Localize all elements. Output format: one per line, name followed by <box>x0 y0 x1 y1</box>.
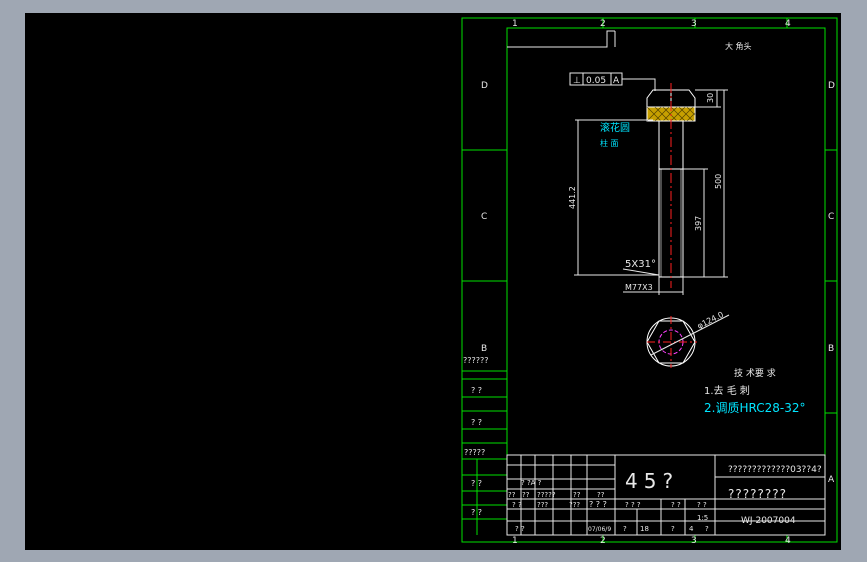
tech-req-item-2: 2.调质HRC28-32° <box>704 401 805 415</box>
left-strip-cell-1: ?????? <box>463 356 488 365</box>
part-title: 大 角头 <box>725 41 752 51</box>
dim-diameter-label: φ124.0 <box>696 310 725 331</box>
zone-letter-right-d: D <box>828 81 835 91</box>
tolerance-datum: A <box>613 76 620 86</box>
title-material: 45? <box>625 469 679 493</box>
end-view <box>646 314 730 368</box>
zone-letter-left-d: D <box>481 81 488 91</box>
title-drawing-name: ???????? <box>728 487 787 501</box>
title-row-c-7: ? <box>705 525 709 533</box>
left-strip-cell-2: ? ? <box>471 386 482 395</box>
zone-letter-left-b: B <box>481 344 487 354</box>
tolerance-frame: ⊥ 0.05 A <box>569 72 656 91</box>
callout-column: 柱 面 <box>600 138 619 148</box>
engineering-drawing: 1 2 3 4 1 2 3 4 D C B D C B A 大 角头 ⊥ 0.0… <box>461 17 838 546</box>
left-strip-cell-4: ????? <box>464 448 485 457</box>
title-row-b-6: ? ? <box>671 501 681 509</box>
title-row-b-2: ??? <box>537 501 548 509</box>
dim-30-label: 30 <box>706 93 715 103</box>
inner-frame <box>506 27 826 536</box>
title-row-b-3: ??? <box>569 501 580 509</box>
title-row-b-1: ? ? <box>512 501 522 509</box>
zone-number-bottom-2: 2 <box>600 536 606 546</box>
chamfer-label: 5X31° <box>625 259 656 270</box>
title-row-c-4: 18 <box>640 525 649 533</box>
tech-req-heading: 技 术要 求 <box>734 367 776 379</box>
title-row-a-1: ?? <box>508 491 516 499</box>
frame-notch <box>507 30 615 48</box>
dim-thread-label: M77X3 <box>625 283 653 292</box>
tolerance-value: 0.05 <box>586 76 606 86</box>
title-row-c-5: ? <box>671 525 675 533</box>
dim-397-label: 397 <box>694 216 703 231</box>
title-row-b-4: ? ? ? <box>589 500 607 509</box>
title-scale: 1:5 <box>697 514 708 522</box>
title-row-c-1: ? ? <box>515 525 525 533</box>
zone-letter-right-b: B <box>828 344 834 354</box>
title-company: ?????????????03??4? <box>728 465 822 475</box>
outer-frame <box>461 17 838 543</box>
tolerance-symbol: ⊥ <box>573 76 581 86</box>
title-row-b-5: ? ? ? <box>625 501 641 509</box>
zone-letter-right-a: A <box>828 475 835 485</box>
title-row-a-2: ?? <box>522 491 530 499</box>
title-row-b-7: ? ? <box>697 501 707 509</box>
zone-number-top-1: 1 <box>512 19 518 29</box>
zone-number-bottom-1: 1 <box>512 536 518 546</box>
dim-500-label: 500 <box>714 174 723 189</box>
title-row-c-3: ? <box>623 525 627 533</box>
left-strip-cell-6: ? ? <box>471 508 482 517</box>
tech-req-item-1: 1.去 毛 刺 <box>704 385 750 397</box>
zone-letter-left-c: C <box>481 212 487 222</box>
zone-number-top-4: 4 <box>785 19 791 29</box>
zone-letter-right-c: C <box>828 212 834 222</box>
title-row-a-3: ????? <box>537 491 556 499</box>
left-strip-cell-5: ? ? <box>471 479 482 488</box>
zone-number-bottom-3: 3 <box>691 536 697 546</box>
callout-knurl: 滚花圆 <box>600 121 630 134</box>
dim-441-label: 441.2 <box>568 186 577 209</box>
zone-number-top-2: 2 <box>600 19 606 29</box>
zone-ticks <box>462 18 837 542</box>
title-row-c-6: 4 <box>689 525 694 533</box>
cad-viewport[interactable]: 1 2 3 4 1 2 3 4 D C B D C B A 大 角头 ⊥ 0.0… <box>25 13 841 550</box>
zone-number-top-3: 3 <box>691 19 697 29</box>
title-row-a-5: ?? <box>597 491 605 499</box>
title-row-a-4: ?? <box>573 491 581 499</box>
title-drawing-no: WJ-2007004 <box>741 516 796 526</box>
title-small-a: ? ?A ? <box>521 479 542 487</box>
title-row-c-2: 07/06/9 <box>588 526 611 533</box>
zone-number-bottom-4: 4 <box>785 536 791 546</box>
left-strip-cell-3: ? ? <box>471 418 482 427</box>
